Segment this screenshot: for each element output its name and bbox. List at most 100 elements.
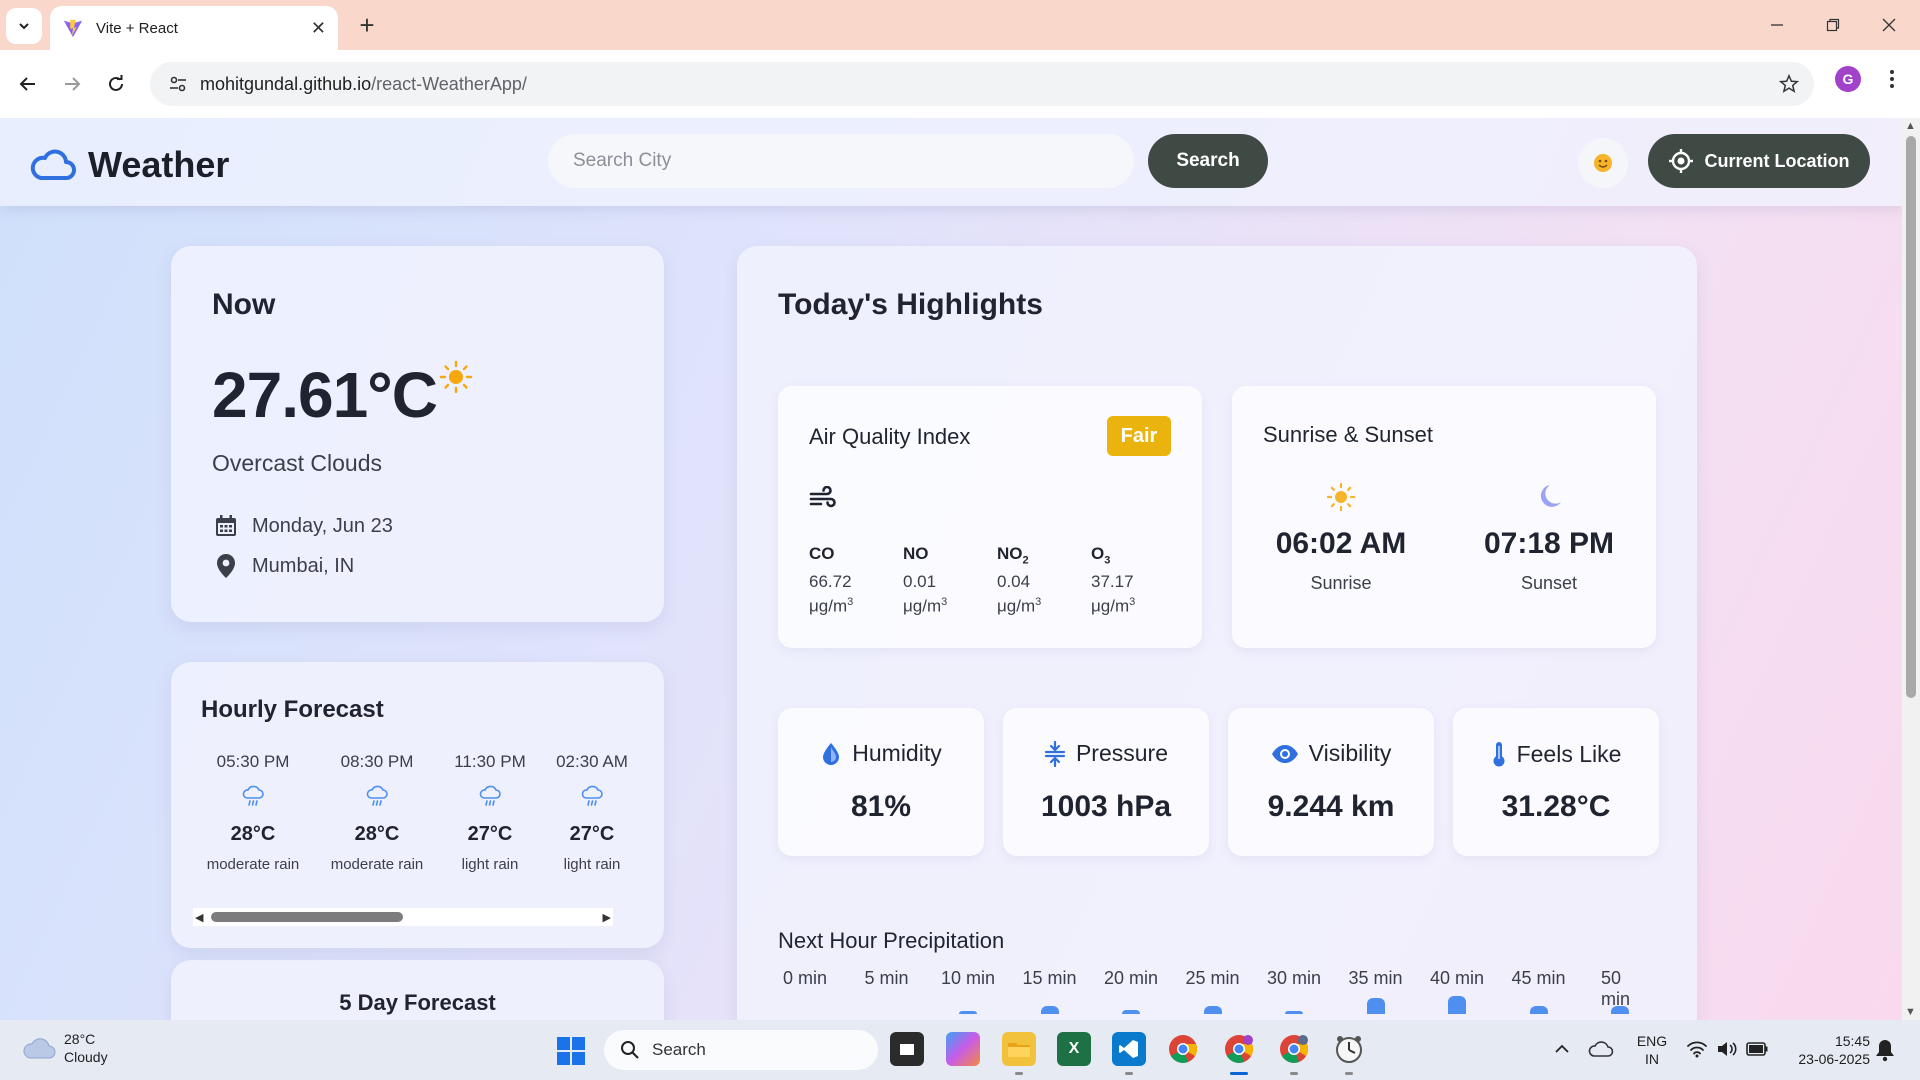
wifi-icon[interactable] <box>1686 1040 1708 1058</box>
forward-button[interactable] <box>54 66 90 102</box>
precipitation-bar <box>1529 1006 1548 1014</box>
minimize-icon <box>1771 24 1783 26</box>
pollutant-value: 37.17 <box>1091 572 1134 592</box>
unit-exponent: 3 <box>1035 596 1042 609</box>
address-bar[interactable]: mohitgundal.github.io/react-WeatherApp/ <box>150 62 1814 106</box>
page-scrollbar-thumb[interactable] <box>1906 136 1916 698</box>
highlights-title: Today's Highlights <box>778 288 1043 321</box>
volume-icon[interactable] <box>1716 1040 1738 1058</box>
running-indicator <box>1345 1072 1353 1075</box>
site-info-button[interactable] <box>156 62 200 106</box>
humidity-card: Humidity 81% <box>778 708 984 856</box>
sunrise-label: Sunrise <box>1310 573 1372 593</box>
new-tab-button[interactable]: + <box>352 10 382 40</box>
weather-description: Overcast Clouds <box>212 450 383 476</box>
restore-button[interactable] <box>1808 8 1858 42</box>
visibility-heading: Visibility <box>1228 740 1434 767</box>
hourly-forecast-list[interactable]: 05:30 PM 28°C moderate rain 08:30 PM 28°… <box>191 752 651 873</box>
back-button[interactable] <box>10 66 46 102</box>
profile-avatar[interactable]: G <box>1835 66 1861 92</box>
scroll-up-icon[interactable]: ▲ <box>1905 120 1916 132</box>
chevron-up-icon[interactable] <box>1554 1042 1570 1056</box>
scroll-left-icon[interactable]: ◀ <box>195 911 203 924</box>
sunset-label: Sunset <box>1520 573 1578 593</box>
hourly-scrollbar[interactable]: ◀ ▶ <box>193 908 613 926</box>
chrome-icon[interactable] <box>1166 1032 1200 1066</box>
browser-tab-active[interactable]: Vite + React ✕ <box>50 6 338 50</box>
reload-button[interactable] <box>98 66 134 102</box>
sunrise-column: 06:02 AM Sunrise <box>1251 482 1431 594</box>
precipitation-bar <box>1122 1010 1140 1014</box>
app-header: Weather Search Current Location <box>0 118 1902 206</box>
pollutant-value: 0.01 <box>903 572 937 592</box>
current-location-button[interactable]: Current Location <box>1648 134 1870 188</box>
unit-exponent: 3 <box>941 596 948 609</box>
hourly-item: 08:30 PM 28°C moderate rain <box>315 752 439 873</box>
humidity-label: Humidity <box>852 740 942 766</box>
unit-exponent: 3 <box>1129 596 1136 609</box>
notification-bell-icon[interactable] <box>1874 1038 1896 1062</box>
url-path: /react-WeatherApp/ <box>371 73 527 94</box>
clock-app-icon[interactable] <box>1332 1032 1366 1066</box>
battery-icon[interactable] <box>1746 1042 1768 1056</box>
sunrise-time: 06:02 AM <box>1275 527 1407 560</box>
clock-date: 23-06-2025 <box>1798 1051 1870 1067</box>
pollutant-unit: μg/m3 <box>997 596 1091 617</box>
minimize-button[interactable] <box>1752 8 1802 42</box>
excel-icon[interactable]: X <box>1057 1032 1091 1066</box>
pollutant-name: O3 <box>1091 544 1185 566</box>
taskbar-weather-widget[interactable]: 28°C Cloudy <box>22 1030 108 1066</box>
pollutant-unit: μg/m3 <box>809 596 903 617</box>
current-location-label: Current Location <box>1704 150 1850 171</box>
page-scrollbar[interactable]: ▲ ▼ <box>1902 118 1920 1020</box>
pollutant-o3: O3 37.17 μg/m3 <box>1091 544 1185 617</box>
rain-icon <box>581 785 603 806</box>
tab-search-button[interactable] <box>6 8 42 44</box>
city-search-input[interactable] <box>548 134 1134 188</box>
taskbar-search[interactable]: Search <box>604 1030 878 1070</box>
url-host: mohitgundal.github.io <box>200 73 372 94</box>
hour-temp: 28°C <box>230 823 276 845</box>
running-indicator <box>1015 1072 1023 1075</box>
search-button[interactable]: Search <box>1148 134 1268 188</box>
browser-menu-icon[interactable] <box>1880 64 1904 94</box>
vscode-icon[interactable] <box>1112 1032 1146 1066</box>
bookmark-star-icon[interactable] <box>1778 73 1800 95</box>
rain-icon <box>366 785 388 806</box>
droplet-icon <box>823 742 840 765</box>
hour-temp: 27°C <box>467 823 513 845</box>
scroll-right-icon[interactable]: ▶ <box>603 911 611 924</box>
precipitation-tick-label: 30 min <box>1266 968 1322 988</box>
task-view-icon[interactable] <box>890 1032 924 1066</box>
pollutant-value: 66.72 <box>809 572 852 592</box>
aqi-badge: Fair <box>1107 416 1171 456</box>
moon-icon <box>1540 485 1561 507</box>
hour-time: 08:30 PM <box>340 752 414 771</box>
chrome-profile-g-icon[interactable] <box>1222 1032 1256 1066</box>
taskbar-search-label: Search <box>652 1040 706 1059</box>
precipitation-bar <box>1203 1006 1222 1014</box>
restore-icon <box>1826 18 1840 32</box>
arrow-right-icon <box>65 77 81 91</box>
precipitation-title: Next Hour Precipitation <box>778 928 1005 953</box>
chrome-profile-m-icon[interactable] <box>1277 1032 1311 1066</box>
close-window-button[interactable] <box>1864 8 1914 42</box>
file-explorer-icon[interactable] <box>1002 1032 1036 1066</box>
cloud-sync-icon[interactable] <box>1588 1038 1614 1060</box>
system-clock[interactable]: 15:45 23-06-2025 <box>1786 1032 1870 1068</box>
pollutant-name: NO2 <box>997 544 1091 566</box>
windows-start-icon[interactable] <box>556 1036 586 1066</box>
scroll-down-icon[interactable]: ▼ <box>1905 1006 1916 1018</box>
pressure-value: 1003 hPa <box>1040 790 1172 823</box>
precipitation-tick-label: 5 min <box>864 968 909 988</box>
brand-name: Weather <box>88 144 230 185</box>
hourly-scrollbar-thumb[interactable] <box>211 912 403 922</box>
language-indicator[interactable]: ENG IN <box>1632 1032 1672 1068</box>
feels-like-card: Feels Like 31.28°C <box>1453 708 1659 856</box>
pollutant-no: NO 0.01 μg/m3 <box>903 544 997 617</box>
pollutant-symbol: CO <box>809 544 835 563</box>
brand: Weather <box>30 144 229 186</box>
theme-toggle-button[interactable] <box>1578 138 1628 188</box>
tab-close-icon[interactable]: ✕ <box>311 18 326 39</box>
copilot-icon[interactable] <box>946 1032 980 1066</box>
